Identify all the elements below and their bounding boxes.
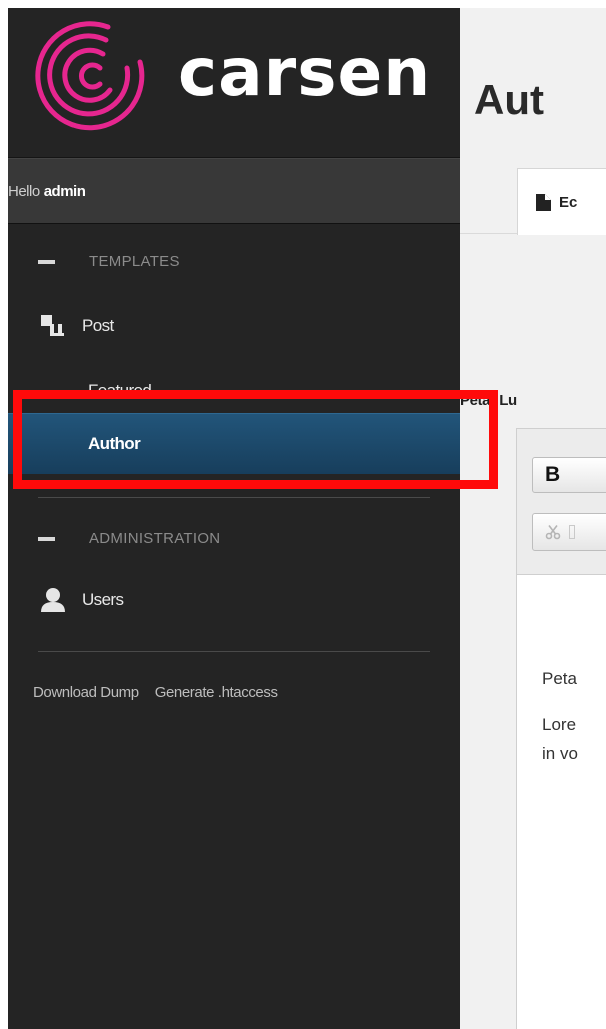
page-title: Aut xyxy=(474,76,544,123)
tab-strip: Ec xyxy=(460,162,606,235)
copy-icon xyxy=(569,525,575,539)
divider xyxy=(38,651,430,652)
sidebar-item-label: Users xyxy=(82,590,124,609)
download-dump-link[interactable]: Download Dump xyxy=(33,684,139,701)
tab-edit[interactable]: Ec xyxy=(517,168,606,235)
sidebar-item-featured[interactable]: Featured xyxy=(8,361,460,401)
sidebar: carsen Hello admin TEMPLATES Post Featur… xyxy=(8,8,460,1029)
section-title-administration: ADMINISTRATION xyxy=(89,530,221,547)
greeting-text: Hello xyxy=(8,182,40,200)
collapse-minus-icon[interactable] xyxy=(38,536,55,541)
editor-toolbar: B xyxy=(517,429,606,575)
generate-htaccess-link[interactable]: Generate .htaccess xyxy=(155,684,278,701)
bold-label: B xyxy=(545,463,561,486)
carsen-logo-icon xyxy=(35,21,145,131)
sidebar-item-label: Post xyxy=(82,316,114,335)
user-greeting: Hello admin xyxy=(8,158,460,224)
bold-button[interactable]: B xyxy=(532,457,606,493)
document-icon xyxy=(536,193,551,211)
editor-body[interactable]: Peta Lore in vo xyxy=(542,664,578,785)
logo-text: carsen xyxy=(178,34,432,111)
section-templates[interactable]: TEMPLATES xyxy=(8,253,460,270)
main-content: Aut Ec Petar Lu B Peta Lore in vo xyxy=(460,8,606,1029)
editor-paragraph: in vo xyxy=(542,744,578,763)
footer-links: Download Dump Generate .htaccess xyxy=(33,684,278,701)
section-administration[interactable]: ADMINISTRATION xyxy=(8,530,460,547)
field-label: Petar Lu xyxy=(460,392,517,409)
logo-bar: carsen xyxy=(8,8,460,158)
editor-paragraph: Peta xyxy=(542,669,577,688)
username[interactable]: admin xyxy=(44,183,86,200)
sidebar-item-author[interactable]: Author xyxy=(8,413,460,474)
post-icon xyxy=(41,315,64,336)
rich-text-editor[interactable]: B Peta Lore in vo xyxy=(516,428,606,1029)
sidebar-item-label: Featured xyxy=(88,381,152,400)
editor-paragraph: Lore xyxy=(542,715,577,734)
divider xyxy=(38,497,430,498)
sidebar-item-label: Author xyxy=(88,434,141,453)
user-icon xyxy=(41,588,65,612)
sidebar-item-users[interactable]: Users xyxy=(8,575,460,625)
cut-button[interactable] xyxy=(532,513,606,551)
collapse-minus-icon[interactable] xyxy=(38,259,55,264)
scissors-icon xyxy=(545,525,561,540)
sidebar-item-post[interactable]: Post xyxy=(8,301,460,351)
section-title-templates: TEMPLATES xyxy=(89,253,180,270)
tab-label: Ec xyxy=(559,193,578,211)
